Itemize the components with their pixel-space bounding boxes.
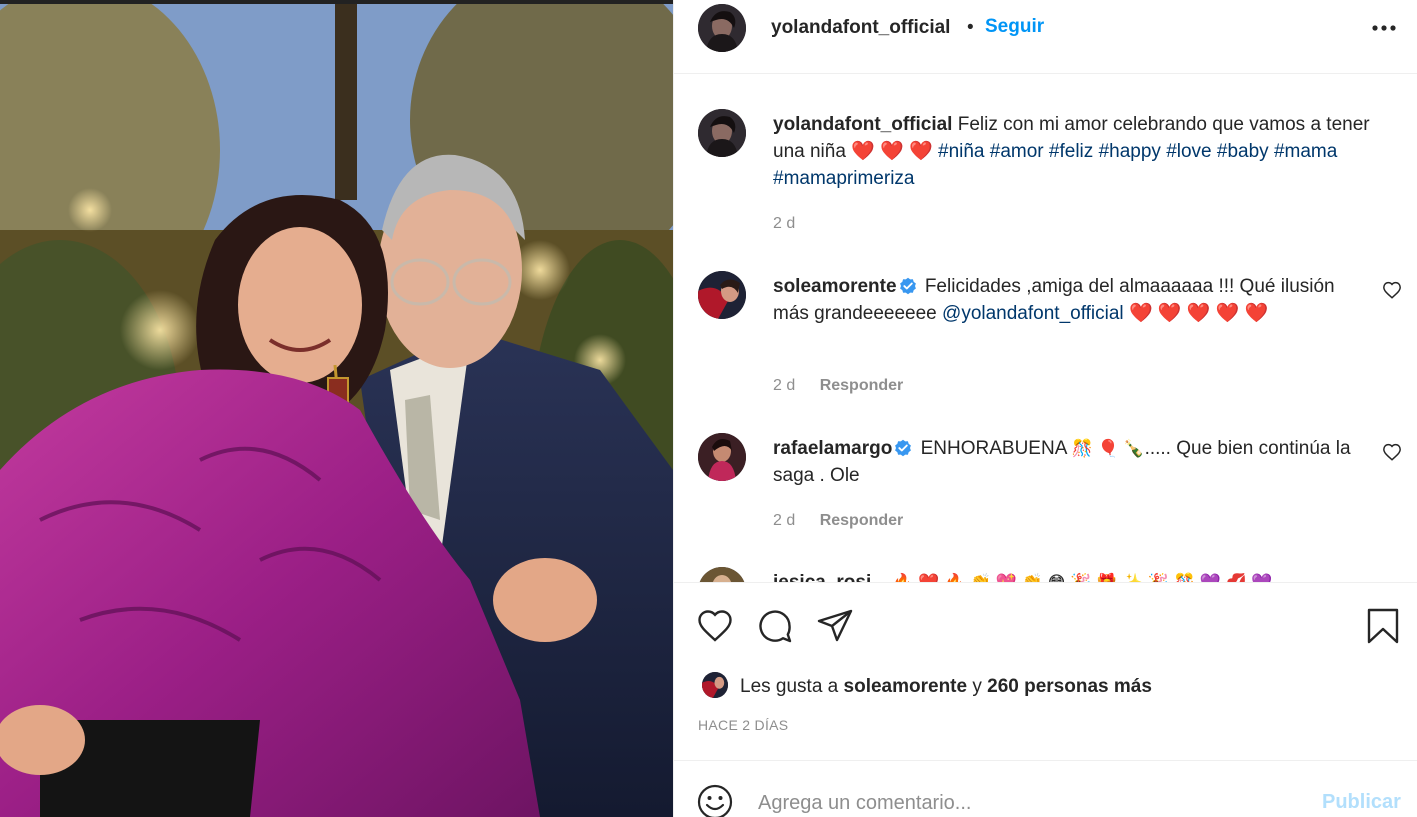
comment-like-heart-icon[interactable] <box>1382 281 1402 299</box>
caption-meta: 2 d <box>773 214 795 234</box>
action-bar <box>674 583 1417 663</box>
reply-button[interactable]: Responder <box>820 377 904 394</box>
comment-body: ENHORABUENA <box>920 438 1067 459</box>
caption-text: yolandafont_official Feliz con mi amor c… <box>773 111 1373 192</box>
smiley-icon[interactable] <box>696 783 734 817</box>
comment-composer: Publicar <box>674 760 1417 817</box>
comment-input[interactable] <box>758 787 1298 817</box>
caption-hearts: ❤️ ❤️ ❤️ <box>851 141 933 162</box>
more-horizontal-icon[interactable] <box>1370 20 1398 36</box>
avatar-image <box>698 109 746 157</box>
comments-list[interactable]: yolandafont_official Feliz con mi amor c… <box>674 75 1417 582</box>
comment-emojis: 🎊 🎈 🍾 <box>1071 439 1145 458</box>
photo-illustration <box>0 0 673 817</box>
post-header: yolandafont_official • Seguir <box>674 0 1417 74</box>
comment-text: soleamorente Felicidades ,amiga del alma… <box>773 273 1373 327</box>
commenter-avatar[interactable] <box>698 271 746 319</box>
caption-time[interactable]: 2 d <box>773 215 795 232</box>
post-sidebar: yolandafont_official • Seguir yolandafon… <box>673 0 1417 817</box>
hashtag[interactable]: #amor <box>990 141 1044 162</box>
likes-summary: Les gusta a soleamorente y 260 personas … <box>698 672 1398 702</box>
header-separator: • <box>967 17 974 38</box>
likes-user-link[interactable]: soleamorente <box>844 676 968 697</box>
avatar-image <box>698 433 746 481</box>
verified-badge-icon <box>895 439 912 457</box>
avatar-image <box>698 567 746 582</box>
heart-outline-icon[interactable] <box>696 607 734 645</box>
hashtag[interactable]: #baby <box>1217 141 1269 162</box>
comment-time[interactable]: 2 d <box>773 377 795 394</box>
hashtag[interactable]: #mamaprimeriza <box>773 168 914 189</box>
likes-prefix: Les gusta a <box>740 676 839 697</box>
bookmark-icon[interactable] <box>1364 607 1402 645</box>
likes-conj: y <box>972 676 982 697</box>
header-username[interactable]: yolandafont_official <box>771 16 950 40</box>
follow-button[interactable]: Seguir <box>985 15 1044 39</box>
hashtag[interactable]: #niña <box>938 141 985 162</box>
publish-button[interactable]: Publicar <box>1322 791 1401 814</box>
likes-others-link[interactable]: 260 personas más <box>987 676 1152 697</box>
hashtag[interactable]: #mama <box>1274 141 1337 162</box>
comment-username[interactable]: rafaelamargo <box>773 438 892 459</box>
reply-button[interactable]: Responder <box>820 512 904 529</box>
commenter-avatar[interactable] <box>698 433 746 481</box>
avatar-image <box>702 672 728 698</box>
likes-text: Les gusta a soleamorente y 260 personas … <box>740 675 1152 699</box>
comment-emojis: 🔥 ❤️ 🔥 👏 💖 👏 😳 🎉 🎁 ✨ 🎉 🎊 💜 💋 💜 <box>892 569 1272 582</box>
comment-text: rafaelamargo ENHORABUENA 🎊 🎈 🍾..... Que … <box>773 435 1373 489</box>
share-icon[interactable] <box>816 607 854 645</box>
comment-meta: 2 d Responder <box>773 376 903 396</box>
post-photo[interactable] <box>0 0 673 817</box>
comment-text: jesica_rosi... 🔥 ❤️ 🔥 👏 💖 👏 😳 🎉 🎁 ✨ 🎉 🎊 … <box>773 569 1373 582</box>
liker-avatar[interactable] <box>702 672 728 698</box>
comment-meta: 2 d Responder <box>773 511 903 531</box>
author-avatar[interactable] <box>698 4 746 52</box>
mention-link[interactable]: @yolandafont_official <box>942 303 1124 324</box>
avatar-image <box>698 271 746 319</box>
caption-avatar[interactable] <box>698 109 746 157</box>
hashtag[interactable]: #feliz <box>1049 141 1093 162</box>
post-timestamp[interactable]: HACE 2 DÍAS <box>698 717 788 733</box>
comment-username[interactable]: soleamorente <box>773 276 897 297</box>
caption-username[interactable]: yolandafont_official <box>773 114 952 135</box>
comment-hearts: ❤️ ❤️ ❤️ ❤️ ❤️ <box>1128 303 1269 324</box>
comment-time[interactable]: 2 d <box>773 512 795 529</box>
comment-username[interactable]: jesica_rosi... <box>773 572 887 582</box>
hashtag[interactable]: #happy <box>1099 141 1161 162</box>
commenter-avatar[interactable] <box>698 567 746 582</box>
comment-like-heart-icon[interactable] <box>1382 443 1402 461</box>
comment-icon[interactable] <box>756 607 794 645</box>
verified-badge-icon <box>899 277 916 295</box>
hashtag[interactable]: #love <box>1166 141 1211 162</box>
avatar-image <box>698 4 746 52</box>
